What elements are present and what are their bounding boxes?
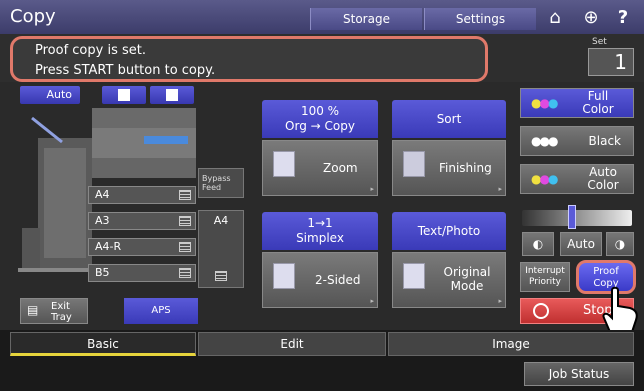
bypass-size-label: A4 (213, 214, 229, 227)
auto-color-label: Auto Color (587, 165, 619, 192)
app-title: Copy (10, 6, 56, 27)
globe-icon[interactable]: ⊕ (578, 5, 604, 31)
exposure-auto-button[interactable]: Auto (560, 232, 602, 256)
exit-tray-button[interactable]: ▤ Exit Tray (20, 298, 88, 324)
original-mode-label: Original Mode (443, 265, 491, 293)
sort-label: Sort (436, 112, 462, 126)
full-color-label: Full Color (582, 89, 614, 116)
more-indicator-icon: ▸ (370, 297, 374, 305)
tab-image[interactable]: Image (388, 332, 634, 356)
tray-2-label: A3 (95, 214, 110, 227)
tray-1[interactable]: A4 (88, 186, 196, 204)
original-mode-button[interactable]: Original Mode ▸ (392, 252, 506, 308)
tray-2[interactable]: A3 (88, 212, 196, 230)
zoom-ratio-button[interactable]: 100 % Org → Copy (262, 100, 378, 138)
black-button[interactable]: ●●● Black (520, 126, 634, 156)
bypass-size-button[interactable]: A4 (198, 210, 244, 288)
exposure-slider-thumb[interactable] (567, 205, 576, 229)
bypass-feed-button[interactable]: Bypass Feed (198, 168, 244, 198)
set-label: Set (592, 37, 607, 47)
duplex-mode-button[interactable]: 1→1 Simplex (262, 212, 378, 250)
black-icon: ●●● (531, 134, 558, 148)
full-color-icon: ●●● (531, 96, 559, 110)
duplex-sub: Simplex (296, 231, 344, 245)
auto-color-icon: ●●● (531, 172, 559, 186)
image-mode-label: Text/Photo (417, 224, 481, 238)
message-box: Proof copy is set. Press START button to… (10, 36, 488, 82)
full-color-button[interactable]: ●●● Full Color (520, 88, 634, 118)
zoom-label: Zoom (323, 161, 358, 175)
message-line-1: Proof copy is set. (35, 43, 146, 58)
finishing-label: Finishing (439, 161, 492, 175)
tray-icon (215, 271, 227, 281)
storage-button[interactable]: Storage (310, 8, 422, 30)
orientation-icon (166, 89, 178, 101)
auto-paper-label: Auto (46, 88, 72, 101)
paper-icon (118, 89, 130, 101)
half-circle-right-icon: ◑ (614, 237, 626, 251)
half-circle-left-icon: ◐ (532, 237, 544, 251)
exposure-lighter-button[interactable]: ◐ (522, 232, 554, 256)
exit-tray-icon: ▤ (27, 303, 39, 317)
auto-color-button[interactable]: ●●● Auto Color (520, 164, 634, 194)
stop-icon (533, 303, 549, 319)
duplex-mode: 1→1 (307, 216, 333, 230)
pointer-hand-icon (602, 286, 638, 333)
help-icon[interactable]: ? (610, 5, 636, 31)
zoom-sub: Org → Copy (285, 119, 355, 133)
job-status-button[interactable]: Job Status (524, 362, 634, 386)
tray-4[interactable]: B5 (88, 264, 196, 282)
tab-basic[interactable]: Basic (10, 332, 196, 356)
auto-paper-button[interactable]: Auto (20, 86, 80, 104)
tray-icon (179, 268, 191, 278)
exposure-slider[interactable] (522, 210, 632, 226)
tray-3[interactable]: A4-R (88, 238, 196, 256)
tray-1-label: A4 (95, 188, 110, 201)
message-line-2: Press START button to copy. (35, 63, 216, 78)
zoom-button[interactable]: Zoom ▸ (262, 140, 378, 196)
interrupt-priority-button[interactable]: Interrupt Priority (520, 262, 570, 292)
two-sided-button[interactable]: 2-Sided ▸ (262, 252, 378, 308)
tray-icon (179, 242, 191, 252)
paper-orient-button[interactable] (150, 86, 194, 104)
exposure-darker-button[interactable]: ◑ (606, 232, 634, 256)
more-indicator-icon: ▸ (498, 297, 502, 305)
tab-edit[interactable]: Edit (198, 332, 386, 356)
image-mode-button[interactable]: Text/Photo (392, 212, 506, 250)
sort-button[interactable]: Sort (392, 100, 506, 138)
black-label: Black (588, 134, 621, 148)
set-count[interactable]: 1 (588, 48, 634, 76)
tray-icon (179, 190, 191, 200)
two-sided-label: 2-Sided (315, 273, 361, 287)
more-indicator-icon: ▸ (370, 185, 374, 193)
aps-button[interactable]: APS (124, 298, 198, 324)
paper-size-a-button[interactable] (102, 86, 146, 104)
original-mode-icon (403, 263, 425, 289)
tray-icon (179, 216, 191, 226)
settings-button[interactable]: Settings (424, 8, 536, 30)
two-sided-icon (273, 263, 295, 289)
finishing-button[interactable]: Finishing ▸ (392, 140, 506, 196)
exit-tray-label: Exit Tray (51, 301, 72, 323)
home-icon[interactable]: ⌂ (542, 5, 568, 31)
zoom-ratio: 100 % (300, 104, 340, 118)
zoom-icon (273, 151, 295, 177)
tray-4-label: B5 (95, 266, 110, 279)
exposure-auto-label: Auto (567, 237, 595, 251)
finishing-icon (403, 151, 425, 177)
more-indicator-icon: ▸ (498, 185, 502, 193)
tray-3-label: A4-R (95, 240, 122, 253)
